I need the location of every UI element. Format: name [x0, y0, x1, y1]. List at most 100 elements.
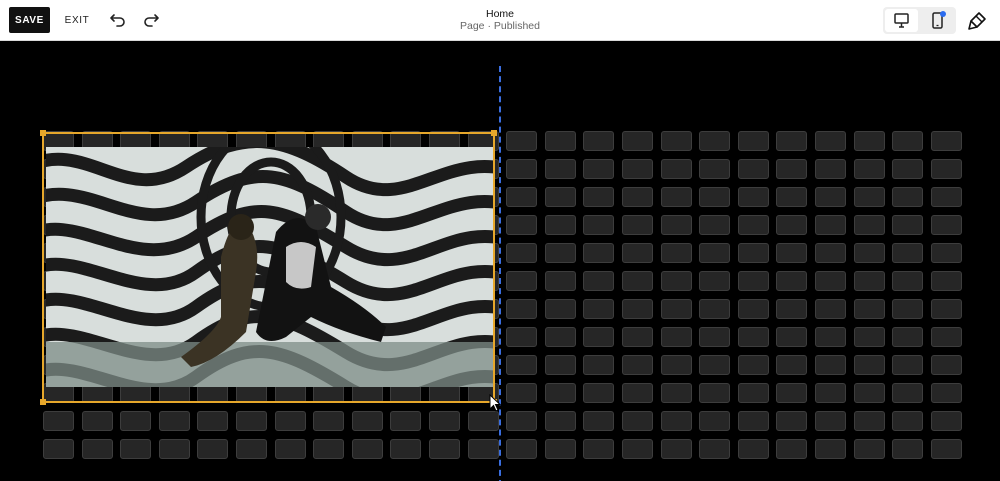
grid-cell: [815, 187, 846, 207]
grid-cell: [853, 299, 885, 319]
desktop-view-button[interactable]: [885, 9, 918, 32]
grid-cell: [699, 411, 731, 431]
grid-cell: [622, 327, 653, 347]
grid-cell: [506, 187, 538, 207]
grid-cell: [544, 439, 576, 459]
grid-cell: [930, 327, 962, 347]
editor-canvas[interactable]: [0, 42, 1000, 481]
grid-cell: [930, 439, 962, 459]
grid-cell: [930, 411, 962, 431]
resize-handle-top-left[interactable]: [40, 130, 46, 136]
grid-cell: [815, 439, 846, 459]
grid-cell: [622, 299, 653, 319]
grid-cell: [506, 299, 538, 319]
undo-icon[interactable]: [108, 10, 128, 30]
grid-cell: [930, 355, 962, 375]
grid-cell: [274, 411, 306, 431]
grid-cell: [544, 299, 576, 319]
grid-cell: [699, 355, 731, 375]
grid-cell: [197, 411, 229, 431]
grid-cell: [197, 439, 229, 459]
mouse-cursor-icon: [489, 394, 501, 412]
editor-toolbar: SAVE EXIT Home Page · Published: [0, 0, 1000, 41]
grid-cell: [583, 131, 615, 151]
grid-cell: [853, 187, 885, 207]
grid-cell: [660, 215, 692, 235]
grid-cell: [776, 355, 808, 375]
grid-cell: [892, 271, 924, 291]
selected-video-block[interactable]: [40, 130, 497, 405]
grid-cell: [158, 411, 190, 431]
exit-button[interactable]: EXIT: [60, 7, 94, 33]
grid-cell: [776, 215, 808, 235]
save-button[interactable]: SAVE: [9, 7, 50, 33]
grid-cell: [815, 271, 846, 291]
grid-cell: [158, 439, 190, 459]
grid-cell: [815, 299, 846, 319]
page-title[interactable]: Home: [400, 8, 600, 20]
grid-cell: [81, 411, 113, 431]
mobile-icon: [932, 12, 943, 29]
grid-cell: [583, 355, 615, 375]
grid-cell: [583, 187, 615, 207]
grid-cell: [544, 271, 576, 291]
grid-cell: [776, 327, 808, 347]
grid-cell: [737, 215, 769, 235]
grid-cell: [544, 243, 576, 263]
grid-cell: [892, 131, 924, 151]
grid-cell: [544, 411, 576, 431]
grid-cell: [660, 159, 692, 179]
grid-cell: [815, 327, 846, 347]
grid-cell: [544, 131, 576, 151]
grid-cell: [660, 131, 692, 151]
grid-cell: [81, 439, 113, 459]
center-guide-line: [499, 66, 501, 481]
grid-cell: [351, 411, 383, 431]
grid-cell: [930, 383, 962, 403]
grid-cell: [43, 439, 74, 459]
grid-cell: [737, 383, 769, 403]
grid-cell: [429, 411, 460, 431]
grid-cell: [429, 439, 460, 459]
grid-cell: [737, 131, 769, 151]
grid-cell: [313, 411, 345, 431]
grid-cell: [699, 271, 731, 291]
grid-cell: [583, 327, 615, 347]
grid-cell: [660, 355, 692, 375]
grid-cell: [622, 355, 653, 375]
redo-icon[interactable]: [141, 10, 161, 30]
grid-cell: [892, 159, 924, 179]
grid-cell: [815, 355, 846, 375]
grid-cell: [506, 131, 538, 151]
grid-cell: [544, 327, 576, 347]
resize-handle-top-right[interactable]: [491, 130, 497, 136]
video-thumbnail: [46, 147, 493, 387]
grid-cell: [776, 131, 808, 151]
grid-cell: [660, 327, 692, 347]
grid-cell: [506, 243, 538, 263]
resize-handle-bottom-left[interactable]: [40, 399, 46, 405]
grid-cell: [776, 243, 808, 263]
grid-cell: [660, 271, 692, 291]
grid-cell: [390, 411, 422, 431]
paintbrush-icon[interactable]: [966, 10, 988, 32]
grid-cell: [699, 215, 731, 235]
mobile-view-button[interactable]: [921, 9, 954, 32]
grid-cell: [660, 299, 692, 319]
grid-cell: [776, 159, 808, 179]
grid-cell: [776, 383, 808, 403]
grid-cell: [892, 439, 924, 459]
grid-cell: [737, 243, 769, 263]
page-status: Page · Published: [460, 20, 540, 32]
grid-cell: [892, 243, 924, 263]
grid-cell: [622, 159, 653, 179]
grid-cell: [776, 411, 808, 431]
grid-cell: [737, 271, 769, 291]
grid-cell: [815, 159, 846, 179]
grid-cell: [583, 243, 615, 263]
grid-cell: [776, 299, 808, 319]
grid-cell: [776, 187, 808, 207]
grid-cell: [699, 159, 731, 179]
grid-cell: [120, 411, 152, 431]
grid-cell: [853, 327, 885, 347]
